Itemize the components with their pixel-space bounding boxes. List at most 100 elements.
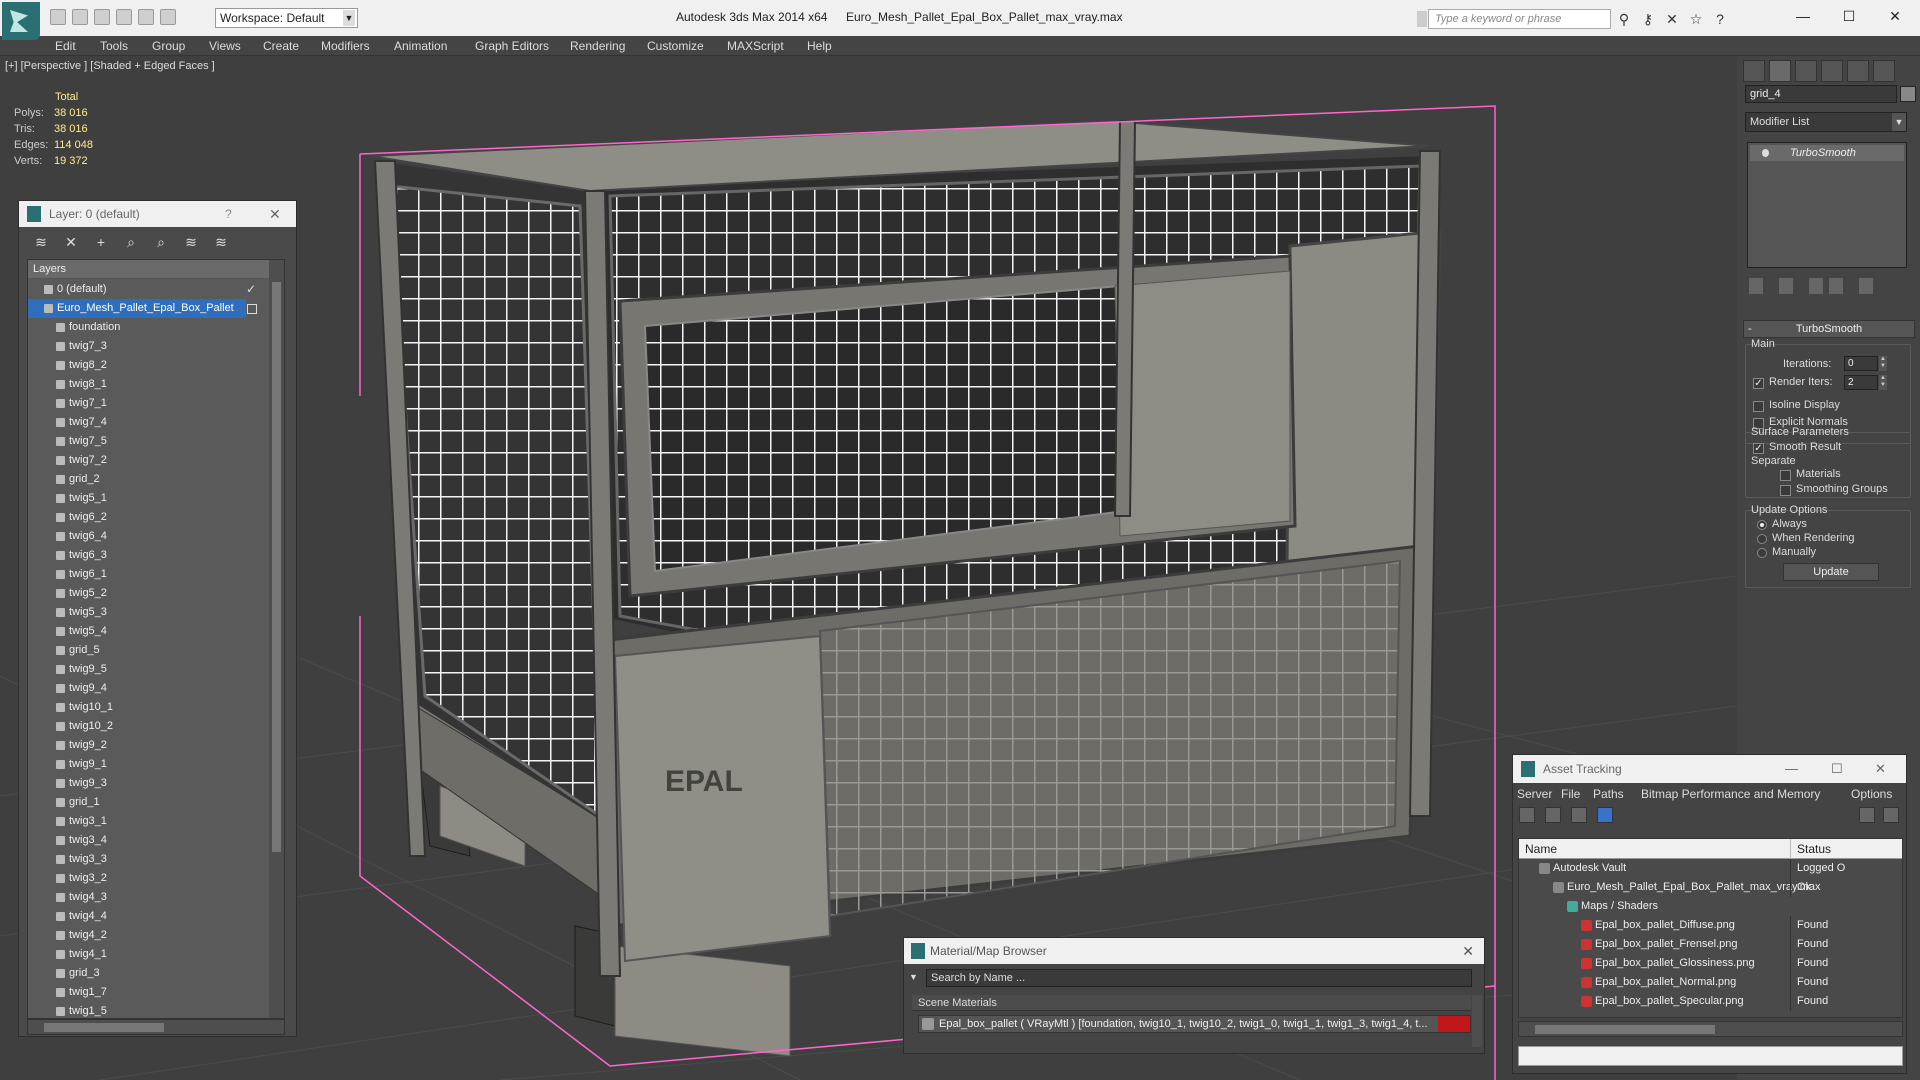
materials-checkbox[interactable] [1780, 470, 1791, 481]
layer-row[interactable]: grid_5 [28, 641, 270, 660]
layer-row[interactable]: twig3_4 [28, 831, 270, 850]
layer-row[interactable]: twig5_1 [28, 489, 270, 508]
favorites-star-icon[interactable]: ☆ [1688, 11, 1704, 27]
menu-tools[interactable]: Tools [100, 39, 128, 53]
menu-rendering[interactable]: Rendering [570, 39, 625, 53]
pin-stack-icon[interactable] [1749, 278, 1763, 294]
layer-row[interactable]: twig4_3 [28, 888, 270, 907]
new-file-icon[interactable] [50, 9, 66, 25]
asset-row[interactable]: Epal_box_pallet_Normal.png Found [1519, 973, 1902, 992]
asset-row[interactable]: Euro_Mesh_Pallet_Epal_Box_Pallet_max_vra… [1519, 878, 1902, 897]
isoline-display-checkbox[interactable] [1753, 401, 1764, 412]
layers-column-header[interactable]: Layers [28, 260, 284, 279]
modifier-list-dropdown[interactable]: Modifier List ▼ [1745, 112, 1907, 132]
status-column-header[interactable]: Status [1790, 839, 1831, 859]
list-view-icon[interactable] [1545, 807, 1561, 823]
chevron-down-icon[interactable]: ▼ [1892, 113, 1906, 131]
close-icon[interactable]: ✕ [1462, 938, 1474, 964]
layer-row[interactable]: twig6_1 [28, 565, 270, 584]
asset-menu-options[interactable]: Options [1851, 787, 1892, 801]
layer-row[interactable]: twig8_1 [28, 375, 270, 394]
object-color-swatch[interactable] [1900, 86, 1916, 102]
menu-animation[interactable]: Animation [394, 39, 447, 53]
layer-row[interactable]: twig7_4 [28, 413, 270, 432]
layer-row[interactable]: twig9_1 [28, 755, 270, 774]
menu-edit[interactable]: Edit [55, 39, 76, 53]
hierarchy-tab-icon[interactable] [1795, 60, 1817, 82]
layer-row[interactable]: twig3_3 [28, 850, 270, 869]
chevron-down-icon[interactable]: ▼ [343, 10, 355, 26]
select-objects-icon[interactable]: ⌕ [123, 234, 139, 250]
scroll-thumb[interactable] [44, 1023, 164, 1032]
vault-help-icon[interactable] [1883, 807, 1899, 823]
search-expand-icon[interactable] [1417, 11, 1427, 27]
show-end-result-icon[interactable] [1779, 278, 1793, 294]
project-folder-icon[interactable] [160, 9, 176, 25]
maximize-button[interactable]: ☐ [1831, 755, 1843, 783]
asset-row[interactable]: Epal_box_pallet_Specular.png Found [1519, 992, 1902, 1011]
modify-tab-icon[interactable] [1769, 60, 1791, 82]
iterations-spinner[interactable]: 0 [1844, 356, 1878, 371]
freeze-all-layers-icon[interactable]: ≋ [213, 234, 229, 250]
layer-row[interactable]: twig9_2 [28, 736, 270, 755]
layer-row[interactable]: twig4_2 [28, 926, 270, 945]
layer-horizontal-scrollbar[interactable] [27, 1019, 285, 1035]
make-unique-icon[interactable] [1809, 278, 1823, 294]
add-to-layer-icon[interactable]: + [93, 234, 109, 250]
thumbnail-view-icon[interactable] [1571, 807, 1587, 823]
layer-row[interactable]: twig5_2 [28, 584, 270, 603]
smooth-result-checkbox[interactable]: ✓ [1753, 443, 1764, 454]
redo-icon[interactable] [138, 9, 154, 25]
layer-row[interactable]: twig5_4 [28, 622, 270, 641]
collapse-icon[interactable]: - [1748, 321, 1752, 337]
layer-row[interactable]: twig7_1 [28, 394, 270, 413]
hide-all-layers-icon[interactable]: ≋ [183, 234, 199, 250]
asset-row[interactable]: Epal_box_pallet_Glossiness.png Found [1519, 954, 1902, 973]
layer-row[interactable]: twig4_4 [28, 907, 270, 926]
table-view-icon[interactable] [1597, 807, 1613, 823]
maximize-button[interactable]: ☐ [1834, 6, 1864, 26]
layer-row[interactable]: twig7_5 [28, 432, 270, 451]
material-entry[interactable]: Epal_box_pallet ( VRayMtl ) [foundation,… [918, 1015, 1471, 1033]
turbosmooth-rollout-header[interactable]: - TurboSmooth [1743, 320, 1915, 338]
motion-tab-icon[interactable] [1821, 60, 1843, 82]
menu-help[interactable]: Help [807, 39, 832, 53]
layer-row[interactable]: grid_3 [28, 964, 270, 983]
always-radio[interactable] [1757, 520, 1767, 530]
layer-row[interactable]: twig4_1 [28, 945, 270, 964]
asset-row[interactable]: Epal_box_pallet_Frensel.png Found [1519, 935, 1902, 954]
app-logo-icon[interactable] [2, 2, 40, 40]
asset-row[interactable]: Epal_box_pallet_Diffuse.png Found [1519, 916, 1902, 935]
open-file-icon[interactable] [72, 9, 88, 25]
subscription-icon[interactable]: ⚷ [1640, 11, 1656, 27]
menu-modifiers[interactable]: Modifiers [321, 39, 370, 53]
material-scrollbar[interactable] [1472, 995, 1482, 1047]
help-icon[interactable] [1859, 807, 1875, 823]
layer-row[interactable]: grid_2 [28, 470, 270, 489]
layer-row[interactable]: twig6_2 [28, 508, 270, 527]
layer-row[interactable]: twig1_7 [28, 983, 270, 1002]
layer-row[interactable]: twig5_3 [28, 603, 270, 622]
undo-icon[interactable] [116, 9, 132, 25]
viewport-label[interactable]: [+] [Perspective ] [Shaded + Edged Faces… [5, 60, 215, 72]
layer-row[interactable]: twig1_5 [28, 1002, 270, 1018]
asset-horizontal-scrollbar[interactable] [1518, 1021, 1903, 1037]
menu-maxscript[interactable]: MAXScript [727, 39, 784, 53]
layer-row[interactable]: foundation [28, 318, 270, 337]
render-iters-checkbox[interactable]: ✓ [1753, 378, 1764, 389]
help-icon[interactable]: ? [1712, 11, 1728, 27]
layer-row[interactable]: twig6_4 [28, 527, 270, 546]
asset-row[interactable]: Autodesk Vault Logged O [1519, 859, 1902, 878]
utilities-tab-icon[interactable] [1873, 60, 1895, 82]
when-rendering-radio[interactable] [1757, 534, 1767, 544]
menu-create[interactable]: Create [263, 39, 299, 53]
asset-menu-bitmap-performance[interactable]: Bitmap Performance and Memory [1641, 787, 1820, 801]
layer-row[interactable]: 0 (default) ✓ [28, 280, 270, 299]
keyword-search-input[interactable]: Type a keyword or phrase [1428, 9, 1611, 29]
delete-layer-icon[interactable]: ✕ [63, 234, 79, 250]
create-layer-icon[interactable]: ≋ [33, 234, 49, 250]
spinner-arrows-icon[interactable]: ▲ ▼ [1879, 375, 1887, 390]
asset-menu-paths[interactable]: Paths [1593, 787, 1624, 801]
material-browser-titlebar[interactable]: Material/Map Browser ✕ [904, 938, 1484, 964]
layer-row[interactable]: twig6_3 [28, 546, 270, 565]
